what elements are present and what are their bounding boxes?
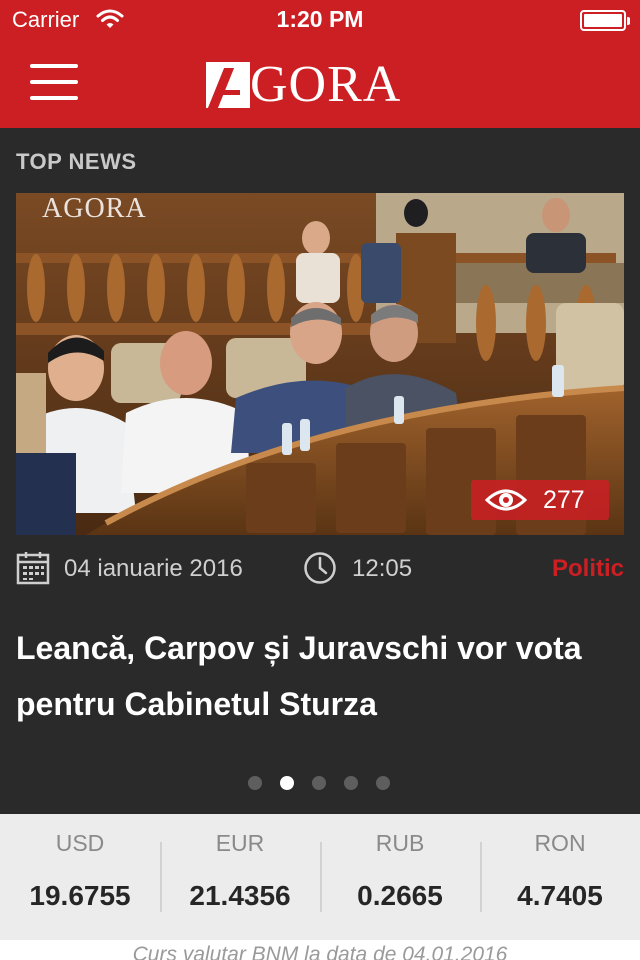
logo-mark <box>206 62 250 108</box>
rate-rub: RUB 0.2665 <box>320 814 480 940</box>
time-text: 12:05 <box>352 555 413 582</box>
currency-value: 21.4356 <box>189 880 291 911</box>
rate-ron: RON 4.7405 <box>480 814 640 940</box>
currency-code: USD <box>55 830 105 856</box>
date-text: 04 ianuarie 2016 <box>64 555 243 582</box>
currency-value: 0.2665 <box>357 880 443 911</box>
eye-icon <box>484 486 528 519</box>
currency-code: RUB <box>375 830 425 856</box>
pagination-dot[interactable] <box>344 776 358 790</box>
exchange-rates: USD 19.6755 EUR 21.4356 RUB 0.2665 RON 4… <box>0 814 640 940</box>
app-header: Carrier 1:20 PM GORA <box>0 0 640 128</box>
image-watermark: AGORA <box>42 193 147 224</box>
currency-code: RON <box>534 830 586 856</box>
battery-icon <box>580 10 630 31</box>
rates-source-note: Curs valutar BNM la data de 04.01.2016 <box>0 940 640 960</box>
agora-logo[interactable]: GORA <box>206 56 402 113</box>
pagination-dot[interactable] <box>248 776 262 790</box>
currency-value: 19.6755 <box>29 880 131 911</box>
clock-icon <box>303 551 337 592</box>
category-link[interactable]: Politic <box>552 555 624 583</box>
pagination-dot-active[interactable] <box>280 776 294 790</box>
calendar-icon <box>16 551 50 592</box>
article-headline[interactable]: Leancă, Carpov și Juravschi vor vota pen… <box>16 620 616 732</box>
status-bar: Carrier 1:20 PM <box>0 0 640 40</box>
logo-text: GORA <box>250 56 402 113</box>
views-badge: 277 <box>471 480 609 520</box>
carousel-pagination[interactable] <box>248 776 390 790</box>
views-count: 277 <box>543 486 585 514</box>
currency-value: 4.7405 <box>517 880 603 911</box>
rate-eur: EUR 21.4356 <box>160 814 320 940</box>
status-time: 1:20 PM <box>276 6 364 32</box>
pagination-dot[interactable] <box>312 776 326 790</box>
hamburger-menu-icon[interactable] <box>30 64 78 100</box>
section-title: TOP NEWS <box>16 149 137 174</box>
currency-code: EUR <box>215 830 265 856</box>
rate-usd: USD 19.6755 <box>0 814 160 940</box>
pagination-dot[interactable] <box>376 776 390 790</box>
